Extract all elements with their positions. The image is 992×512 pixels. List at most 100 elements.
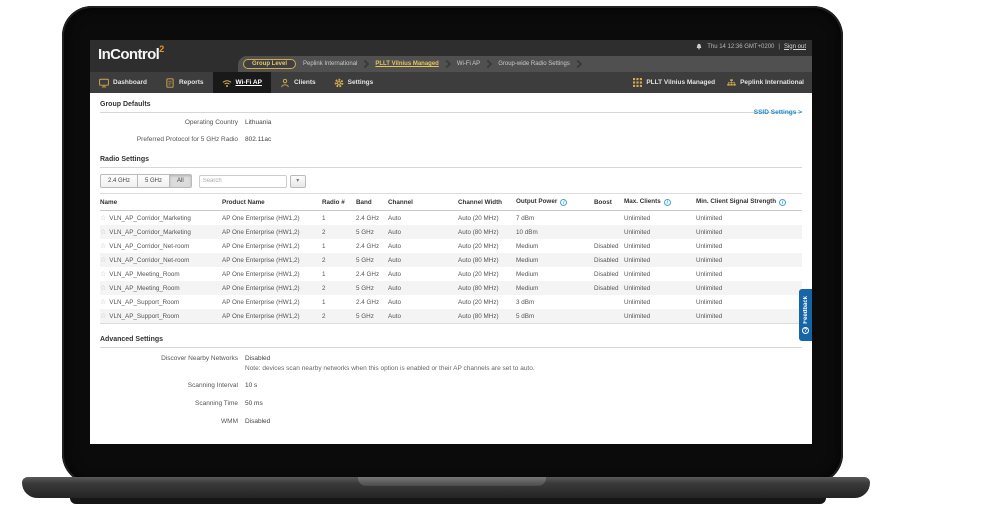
field-label: Operating Country — [184, 119, 238, 126]
breadcrumb-item-organization[interactable]: Peplink International — [303, 61, 357, 67]
cell: 10 dBm — [516, 228, 538, 236]
bell-icon[interactable] — [695, 43, 703, 50]
cell: 2.4 GHz — [356, 242, 380, 250]
info-icon[interactable]: i — [779, 199, 787, 206]
cell: Unlimited — [624, 270, 651, 278]
field-label: WMM — [221, 418, 238, 425]
cell: Unlimited — [624, 214, 651, 222]
cell-name: ☆ VLN_AP_Meeting_Room — [100, 271, 180, 278]
star-icon[interactable]: ☆ — [100, 271, 106, 278]
cell: Unlimited — [696, 242, 723, 250]
band-tab-24ghz[interactable]: 2.4 GHz — [100, 174, 139, 188]
chevron-right-icon — [361, 59, 370, 69]
wifi-icon — [222, 79, 231, 87]
cell-name: ☆ VLN_AP_Support_Room — [100, 309, 222, 324]
cell: 5 GHz — [356, 228, 374, 236]
cell: Disabled — [594, 284, 619, 292]
feedback-tab[interactable]: Feedback ? — [799, 289, 812, 341]
field-discover-nearby-networks: Discover Nearby Networks Disabled Note: … — [100, 355, 802, 373]
field-value: Disabled — [245, 418, 271, 425]
table-row[interactable]: ☆ VLN_AP_Meeting_Room AP One Enterprise (H… — [100, 281, 802, 295]
ssid-settings-link[interactable]: SSID Settings > — [754, 109, 802, 116]
search-dropdown-button[interactable]: ▾ — [289, 174, 306, 188]
cell: Auto — [388, 298, 401, 306]
table-row[interactable]: ☆ VLN_AP_Corridor_Marketing AP One Enterpr… — [100, 211, 802, 226]
nav-context: PLLT Vilnius Managed Peplink Internation… — [633, 72, 812, 93]
table-row[interactable]: ☆ VLN_AP_Support_Room AP One Enterprise (H… — [100, 309, 802, 324]
organization-selector[interactable]: Peplink International — [727, 78, 804, 87]
cell: AP One Enterprise (HW1,2) — [222, 214, 300, 222]
caret-down-icon: ▾ — [296, 177, 300, 184]
band-tab-all[interactable]: All — [169, 174, 192, 188]
clients-icon — [281, 78, 289, 87]
cell: Disabled — [594, 242, 619, 250]
column-header: Band — [356, 193, 388, 211]
cell: 5 GHz — [356, 284, 374, 292]
field-value: 10 s — [245, 382, 258, 389]
band-filter: 2.4 GHz 5 GHz All — [100, 174, 192, 188]
status-bar: Thu 14 12:36 GMT+0200 | Sign out — [695, 43, 806, 50]
cell — [594, 225, 624, 239]
field-label: Scanning Interval — [187, 382, 238, 389]
star-icon[interactable]: ☆ — [100, 229, 106, 236]
cell: Medium — [516, 256, 539, 264]
table-row[interactable]: ☆ VLN_AP_Corridor_Net-room AP One Enterpri… — [100, 253, 802, 267]
cell — [594, 309, 624, 324]
cell: 5 GHz — [356, 256, 374, 264]
search-input[interactable] — [198, 174, 287, 188]
star-icon[interactable]: ☆ — [100, 257, 106, 264]
star-icon[interactable]: ☆ — [100, 215, 106, 222]
table-row[interactable]: ☆ VLN_AP_Meeting_Room AP One Enterprise (H… — [100, 267, 802, 281]
reports-icon — [166, 77, 174, 88]
column-header: Channel — [388, 193, 458, 211]
nav-item-wifi-ap[interactable]: Wi-Fi AP — [212, 72, 271, 93]
star-icon[interactable]: ☆ — [100, 299, 106, 306]
radio-settings-table: Name Product Name Radio # Band Channel Channe… — [100, 193, 802, 324]
nav-item-clients[interactable]: Clients — [271, 72, 325, 93]
cell: Unlimited — [696, 309, 802, 324]
cell: Auto — [388, 242, 401, 250]
cell: 5 dBm — [516, 309, 594, 324]
cell: Auto (20 MHz) — [458, 214, 499, 222]
cell: 5 GHz — [356, 309, 388, 324]
cell: Auto (80 MHz) — [458, 284, 499, 292]
field-operating-country: Operating Country Lithuania — [100, 119, 802, 127]
info-icon[interactable]: i — [560, 199, 568, 206]
table-row[interactable]: ☆ VLN_AP_Corridor_Marketing AP One Enterpr… — [100, 225, 802, 239]
cell: Disabled — [594, 256, 619, 264]
breadcrumb-item-group[interactable]: PLLT Vilnius Managed — [375, 61, 438, 67]
advanced-settings-title: Advanced Settings — [100, 336, 802, 348]
cell: 2 — [322, 284, 326, 292]
group-selector[interactable]: PLLT Vilnius Managed — [633, 78, 715, 87]
column-header: Channel Width — [458, 193, 516, 211]
laptop-foot — [70, 498, 826, 504]
laptop-latch-notch — [358, 477, 546, 486]
app-header: InControl2 Thu 14 12:36 GMT+0200 | Sign … — [90, 40, 812, 72]
info-icon[interactable]: i — [663, 199, 671, 206]
cell: 2 — [322, 309, 356, 324]
band-tab-5ghz[interactable]: 5 GHz — [137, 174, 171, 188]
breadcrumb-item-wifi-ap[interactable]: Wi-Fi AP — [457, 61, 480, 67]
cell-name: ☆ VLN_AP_Corridor_Net-room — [100, 257, 190, 264]
breadcrumb-item-radio-settings[interactable]: Group-wide Radio Settings — [498, 61, 570, 67]
nav-label: Wi-Fi AP — [235, 79, 262, 86]
nav-label: Clients — [293, 79, 316, 86]
radio-settings-title: Radio Settings — [100, 156, 802, 168]
sign-out-link[interactable]: Sign out — [784, 44, 806, 50]
cell: 1 — [322, 242, 326, 250]
star-icon[interactable]: ☆ — [100, 313, 106, 320]
table-row[interactable]: ☆ VLN_AP_Corridor_Net-room AP One Enterpri… — [100, 239, 802, 253]
nav-item-reports[interactable]: Reports — [156, 72, 213, 93]
cell: Auto — [388, 284, 401, 292]
main-content: SSID Settings > Group Defaults Operating… — [90, 101, 812, 444]
cell: Auto — [388, 214, 401, 222]
radio-table-body: ☆ VLN_AP_Corridor_Marketing AP One Enterpr… — [100, 211, 802, 324]
group-level-pill[interactable]: Group Level — [243, 59, 297, 69]
nav-item-dashboard[interactable]: Dashboard — [90, 72, 156, 93]
table-row[interactable]: ☆ VLN_AP_Support_Room AP One Enterprise (H… — [100, 295, 802, 309]
organization-selector-label: Peplink International — [740, 79, 804, 86]
star-icon[interactable]: ☆ — [100, 243, 106, 250]
cell: 3 dBm — [516, 298, 535, 306]
star-icon[interactable]: ☆ — [100, 285, 106, 292]
nav-item-settings[interactable]: Settings — [325, 72, 383, 93]
